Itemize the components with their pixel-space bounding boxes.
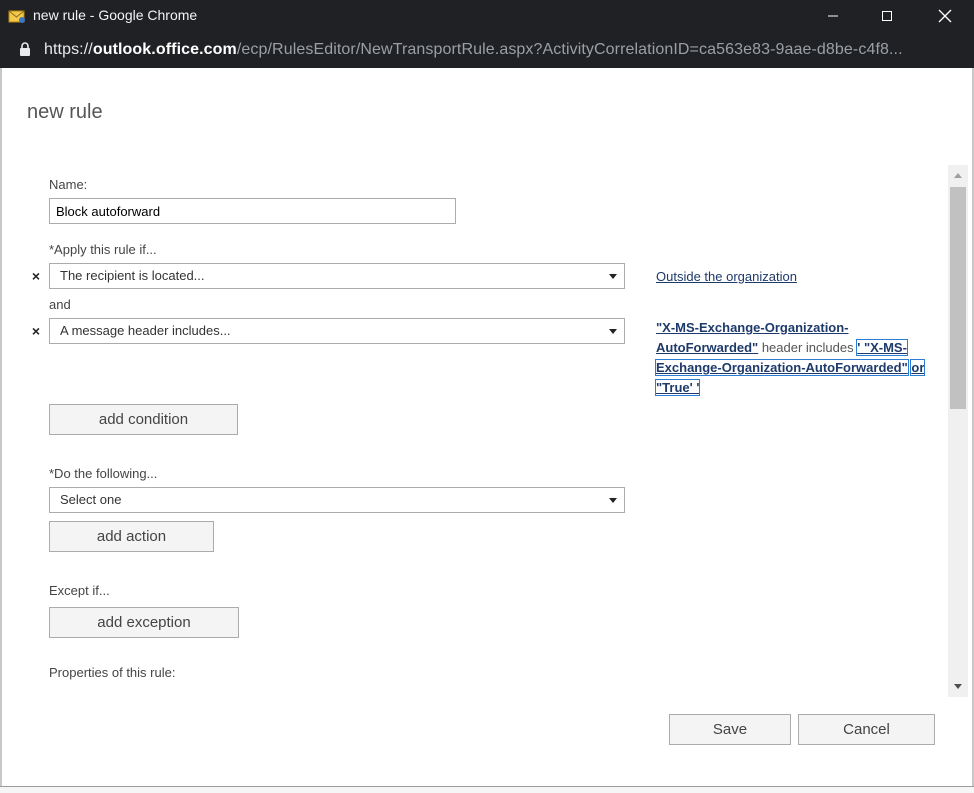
and-label: and [49, 297, 71, 312]
chevron-down-icon [609, 274, 617, 279]
maximize-icon [882, 11, 892, 21]
properties-label: Properties of this rule: [49, 665, 176, 680]
except-if-label: Except if... [49, 583, 110, 598]
name-input[interactable] [49, 198, 456, 224]
vertical-scrollbar[interactable] [948, 165, 968, 697]
minimize-button[interactable] [810, 0, 856, 32]
minimize-icon [828, 15, 838, 17]
action-select[interactable]: Select one [49, 487, 625, 513]
condition-2-select[interactable]: A message header includes... [49, 318, 625, 344]
close-icon [938, 9, 952, 23]
scrollbar-thumb[interactable] [950, 187, 966, 409]
cancel-button[interactable]: Cancel [798, 714, 935, 745]
url-host: outlook.office.com [92, 41, 237, 58]
maximize-button[interactable] [864, 0, 910, 32]
background-strip [0, 787, 974, 793]
page-title: new rule [27, 101, 103, 123]
apply-rule-label: *Apply this rule if... [49, 242, 157, 257]
name-label: Name: [49, 177, 88, 192]
url-path: /ecp/RulesEditor/NewTransportRule.aspx?A… [236, 41, 903, 58]
condition-2-description: "X-MS-Exchange-Organization-AutoForwarde… [654, 318, 936, 398]
lock-icon [20, 42, 30, 56]
close-window-button[interactable] [922, 0, 968, 32]
scroll-up-icon[interactable] [954, 173, 962, 178]
add-exception-button[interactable]: add exception [49, 607, 239, 638]
header-includes-text: header includes [758, 340, 858, 355]
remove-condition-1-button[interactable]: × [29, 269, 43, 283]
condition-1-value: The recipient is located... [60, 268, 205, 283]
condition-2-value: A message header includes... [60, 323, 231, 338]
window-titlebar: new rule - Google Chrome [0, 0, 974, 32]
remove-condition-2-button[interactable]: × [29, 324, 43, 338]
outlook-envelope-icon [8, 10, 25, 23]
window-title: new rule - Google Chrome [33, 7, 198, 23]
window-left-border [0, 68, 2, 786]
chevron-down-icon [609, 329, 617, 334]
condition-1-value-link[interactable]: Outside the organization [656, 269, 797, 284]
action-value: Select one [60, 492, 122, 507]
add-action-button[interactable]: add action [49, 521, 214, 552]
condition-1-select[interactable]: The recipient is located... [49, 263, 625, 289]
url-scheme: https:// [44, 41, 93, 58]
add-condition-button[interactable]: add condition [49, 404, 238, 435]
chevron-down-icon [609, 498, 617, 503]
save-button[interactable]: Save [669, 714, 791, 745]
do-following-label: *Do the following... [49, 466, 158, 481]
url-text[interactable]: https://outlook.office.com/ecp/RulesEdit… [44, 41, 903, 59]
address-bar[interactable]: https://outlook.office.com/ecp/RulesEdit… [0, 32, 974, 68]
scroll-down-icon[interactable] [954, 684, 962, 689]
